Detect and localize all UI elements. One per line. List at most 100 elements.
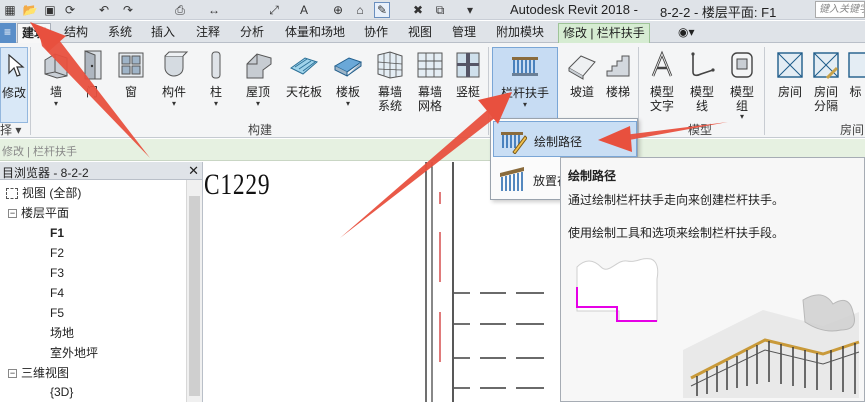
component-icon [159,49,189,81]
model-group-icon [727,49,757,81]
floor-icon [333,49,363,81]
ceiling-button[interactable]: 天花板 [282,47,326,123]
tab-annotate[interactable]: 注释 [192,23,224,43]
save-icon[interactable]: ▣ [42,2,58,18]
open-icon[interactable]: 📂 [22,2,38,18]
cursor-icon [1,50,31,82]
wall-icon [41,49,71,81]
model-panel-label: 模型 [688,123,713,137]
door-button[interactable]: 门 [70,47,114,123]
model-text-button[interactable]: 模型 文字 [640,47,684,123]
model-line-button[interactable]: 模型 线 [680,47,724,123]
project-browser-header: 目浏览器 - 8-2-2 ✕ [0,162,202,180]
column-button[interactable]: 柱 ▾ [194,47,238,123]
column-icon [201,49,231,81]
print-icon[interactable]: ⎙ [172,2,188,18]
room-separator-icon [811,49,841,81]
project-browser: 目浏览器 - 8-2-2 ✕ 视图 (全部) − 楼层平面 F1 F2 F3 F4… [0,162,203,402]
ceiling-icon [289,49,319,81]
tab-architecture[interactable]: 建筑 [17,23,52,43]
tree-item-outdoor-grade[interactable]: 室外地坪 [50,345,98,361]
tree-item-site[interactable]: 场地 [50,325,74,341]
tooltip-description-secondary: 使用绘制工具和选项来绘制栏杆扶手段。 [568,226,785,240]
project-browser-title: 目浏览器 - 8-2-2 [2,166,89,180]
panel-divider [638,47,639,135]
tab-systems[interactable]: 系统 [104,23,136,43]
app-title: Autodesk Revit 2018 - [510,2,638,17]
tree-item-f5[interactable]: F5 [50,305,64,321]
document-title: 8-2-2 - 楼层平面: F1 [660,5,777,20]
search-input[interactable]: 键入关键字 [815,1,865,18]
tag-room-button[interactable]: 标 [846,47,865,123]
place-on-host-icon [498,165,526,193]
undo-icon[interactable]: ↶ [96,2,112,18]
room-separator-button[interactable]: 房间 分隔 [804,47,848,123]
roof-button[interactable]: 屋顶 ▾ [236,47,280,123]
door-icon [77,49,107,81]
tree-item-f2[interactable]: F2 [50,245,64,261]
3d-view-icon[interactable]: ⌂ [352,2,368,18]
scrollbar-thumb[interactable] [189,196,200,396]
sketch-path-tooltip: 绘制路径 通过绘制栏杆扶手走向来创建栏杆扶手。 使用绘制工具和选项来绘制栏杆扶手… [560,157,865,402]
curtain-system-button[interactable]: 幕墙 系统 [368,47,412,123]
browser-scrollbar[interactable] [186,180,202,402]
measure-icon[interactable]: ↔ [206,2,222,18]
build-panel-label: 构建 [248,123,273,137]
tooltip-description: 通过绘制栏杆扶手走向来创建栏杆扶手。 [568,193,785,207]
mullion-icon [453,49,483,81]
dimension-icon[interactable]: ⤢ [266,2,282,18]
sketch-path-icon [499,126,528,155]
tab-addins[interactable]: 附加模块 [492,23,548,43]
collapse-icon[interactable]: − [8,209,17,219]
tab-view[interactable]: 视图 [404,23,436,43]
room-icon [775,49,805,81]
thin-lines-icon[interactable]: ✎ [374,2,390,18]
floor-button[interactable]: 楼板 ▾ [326,47,370,123]
tree-item-f4[interactable]: F4 [50,285,64,301]
select-panel-label[interactable]: 择 ▾ [0,121,21,138]
sketch-path-menu-item[interactable]: 绘制路径 [493,121,637,157]
tree-item-3d[interactable]: {3D} [50,384,73,400]
tag-room-icon [846,49,865,81]
ramp-icon [567,49,597,81]
tree-item-f1[interactable]: F1 [50,225,64,241]
sync-icon[interactable]: ⟳ [62,2,78,18]
railing-button[interactable]: 栏杆扶手 ▾ [492,47,558,123]
railing-3d-preview [683,294,860,398]
pin-icon[interactable]: ⊕ [330,2,346,18]
railing-icon [510,50,540,82]
collapse-icon[interactable]: − [8,369,17,379]
file-tab[interactable]: ≡ [0,23,16,43]
customize-icon[interactable]: ▾ [462,2,478,18]
tab-manage[interactable]: 管理 [448,23,480,43]
app-menu-icon[interactable]: ▦ [2,2,18,18]
tab-analyze[interactable]: 分析 [236,23,268,43]
close-icon[interactable]: ✕ [188,163,199,179]
stair-button[interactable]: 楼梯 [596,47,640,123]
tree-3d-views[interactable]: − 三维视图 [8,365,69,381]
model-group-button[interactable]: 模型 组 ▾ [720,47,764,123]
tab-modify-railing[interactable]: 修改 | 栏杆扶手 [558,23,650,43]
tag-icon[interactable]: A [296,2,312,18]
title-bar: ▦ 📂 ▣ ⟳ ↶ ↷ ⎙ ↔ ⤢ A ⊕ ⌂ ✎ ✖ ⧉ ▾ Autodesk… [0,0,865,20]
roof-icon [243,49,273,81]
tree-floor-plans[interactable]: − 楼层平面 [8,205,69,221]
ribbon-panel: 修改 择 ▾ 墙 ▾ 门 窗 构件 ▾ 柱 ▾ 屋顶 ▾ 天花板 楼板 ▾ 幕墙… [0,43,865,138]
close-hidden-icon[interactable]: ✖ [410,2,426,18]
tab-collaborate[interactable]: 协作 [360,23,392,43]
tab-massing-site[interactable]: 体量和场地 [281,23,349,43]
tree-item-f3[interactable]: F3 [50,265,64,281]
curtain-system-icon [375,49,405,81]
redo-icon[interactable]: ↷ [120,2,136,18]
switch-windows-icon[interactable]: ⧉ [432,2,448,18]
tab-structure[interactable]: 结构 [60,23,92,43]
modify-button[interactable]: 修改 [0,47,28,123]
window-button[interactable]: 窗 [109,47,153,123]
component-button[interactable]: 构件 ▾ [152,47,196,123]
curtain-grid-icon [415,49,445,81]
ribbon-options-icon[interactable]: ◉▾ [674,23,699,43]
stair-icon [603,49,633,81]
mullion-button[interactable]: 竖梃 [446,47,490,123]
tree-views-root[interactable]: 视图 (全部) [6,185,81,201]
tab-insert[interactable]: 插入 [147,23,179,43]
